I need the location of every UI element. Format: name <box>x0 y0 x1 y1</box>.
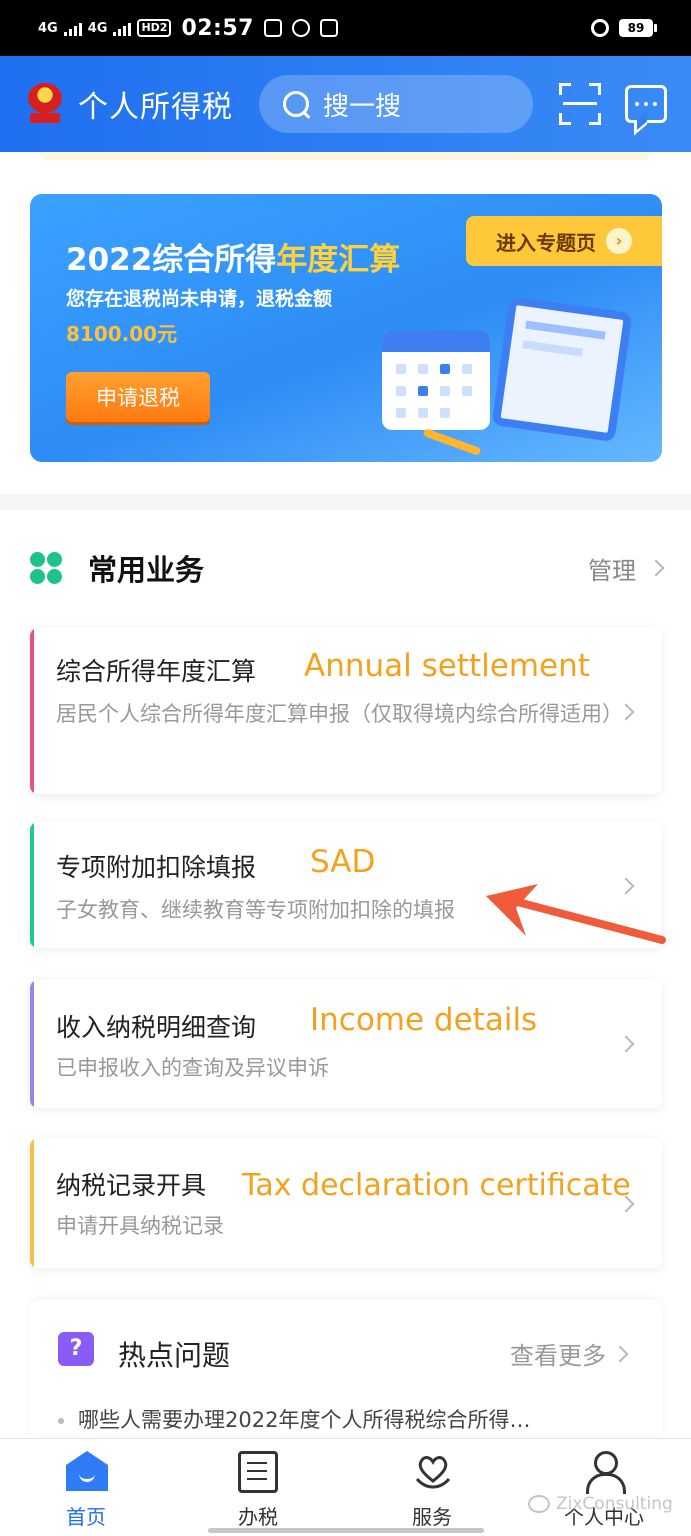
question-icon: ? <box>58 1332 94 1366</box>
apps-grid-icon <box>30 552 62 584</box>
chevron-right-icon <box>617 1035 635 1053</box>
app-notification-icon <box>291 19 310 37</box>
hot-topic-text: 哪些人需要办理2022年度个人所得税综合所得… <box>78 1408 531 1432</box>
signal-icon <box>63 20 82 36</box>
pen-icon <box>422 427 482 457</box>
status-bar: 4G 4G HD2 02:57 89 <box>0 0 691 56</box>
calendar-icon <box>382 330 490 430</box>
annual-settlement-banner[interactable]: 2022综合所得年度汇算 您存在退税尚未申请，退税金额 8100.00元 申请退… <box>30 194 662 462</box>
search-icon <box>281 89 311 119</box>
tab-label: 服务 <box>412 1505 452 1529</box>
card-description: 子女教育、继续教育等专项附加扣除的填报 <box>56 898 455 922</box>
chevron-right-icon <box>647 559 665 577</box>
person-icon <box>584 1451 626 1494</box>
hot-topics-panel: ? 热点问题 查看更多 哪些人需要办理2022年度个人所得税综合所得… <box>30 1300 662 1436</box>
network-label-1: 4G <box>38 20 58 36</box>
refund-amount: 8100.00元 <box>66 322 178 346</box>
card-description: 已申报收入的查询及异议申诉 <box>56 1056 329 1080</box>
battery-indicator: 89 <box>619 19 657 37</box>
card-accent-bar <box>30 980 34 1108</box>
enter-topic-link[interactable]: 进入专题页 › <box>466 216 662 266</box>
banner-title-highlight: 年度汇算 <box>276 242 401 278</box>
tab-label: 办税 <box>238 1505 278 1529</box>
document-icon <box>491 296 633 442</box>
network-label-2: 4G <box>87 20 108 36</box>
bottom-tab-bar: 首页 办税 服务 个人中心 <box>0 1438 691 1536</box>
app-title: 个人所得税 <box>78 90 233 125</box>
status-left: 4G 4G HD2 02:57 <box>38 16 338 41</box>
service-card-tax-record[interactable]: 纳税记录开具 Tax declaration certificate 申请开具纳… <box>30 1138 662 1268</box>
card-description: 居民个人综合所得年度汇算申报（仅取得境内综合所得适用） <box>56 702 623 726</box>
wechat-icon <box>528 1495 550 1513</box>
common-services-header: 常用业务 管理 <box>30 548 665 588</box>
card-accent-bar <box>30 628 34 794</box>
scan-icon[interactable] <box>559 83 601 125</box>
hd-badge: HD2 <box>137 19 172 37</box>
search-bar[interactable]: 搜一搜 <box>259 75 533 133</box>
view-more-button[interactable]: 查看更多 <box>510 1336 629 1371</box>
chevron-right-icon <box>611 1345 629 1362</box>
service-card-annual-settlement[interactable]: 综合所得年度汇算 Annual settlement 居民个人综合所得年度汇算申… <box>30 628 662 794</box>
chevron-right-icon: › <box>606 228 632 254</box>
alarm-icon <box>591 19 609 37</box>
section-divider <box>0 494 691 510</box>
card-english-annotation: Annual settlement <box>304 648 590 684</box>
card-title: 专项附加扣除填报 <box>56 853 257 882</box>
topic-link-label: 进入专题页 <box>496 230 596 255</box>
watermark: ZixConsulting <box>528 1494 673 1514</box>
notification-icon <box>263 19 282 37</box>
clock: 02:57 <box>181 15 254 41</box>
home-indicator[interactable] <box>208 1528 484 1533</box>
service-card-income-details[interactable]: 收入纳税明细查询 Income details 已申报收入的查询及异议申诉 <box>30 980 662 1108</box>
hot-topic-item[interactable]: 哪些人需要办理2022年度个人所得税综合所得… <box>58 1404 530 1434</box>
manage-label: 管理 <box>588 556 636 585</box>
card-english-annotation: Tax declaration certificate <box>242 1168 631 1203</box>
banner-subtitle: 您存在退税尚未申请，退税金额 <box>66 288 333 310</box>
signal-icon-2 <box>113 20 132 36</box>
heart-hands-icon <box>415 1456 451 1489</box>
manage-button[interactable]: 管理 <box>588 551 665 586</box>
calendar-document-illustration <box>382 290 642 460</box>
annotation-arrow-icon <box>486 884 666 944</box>
search-placeholder: 搜一搜 <box>323 91 402 122</box>
banner-title-prefix: 2022综合所得 <box>66 242 277 278</box>
national-emblem-logo <box>24 79 66 129</box>
hot-topics-title: 热点问题 <box>118 1339 231 1372</box>
home-icon <box>66 1451 108 1491</box>
tab-label: 首页 <box>66 1505 106 1529</box>
card-title: 纳税记录开具 <box>56 1171 207 1200</box>
app-header: 个人所得税 搜一搜 <box>0 56 691 152</box>
document-edit-icon <box>238 1451 278 1493</box>
card-accent-bar <box>30 1138 34 1268</box>
mail-icon <box>319 19 338 37</box>
section-title: 常用业务 <box>88 553 205 587</box>
view-more-label: 查看更多 <box>510 1342 606 1370</box>
bullet-icon <box>58 1418 64 1424</box>
card-english-annotation: Income details <box>310 1002 538 1038</box>
message-icon[interactable] <box>625 85 667 123</box>
card-description: 申请开具纳税记录 <box>56 1214 224 1238</box>
card-english-annotation: SAD <box>310 844 376 880</box>
status-right: 89 <box>591 19 657 37</box>
card-accent-bar <box>30 822 34 948</box>
watermark-text: ZixConsulting <box>556 1494 673 1514</box>
card-title: 收入纳税明细查询 <box>56 1013 257 1042</box>
card-title: 综合所得年度汇算 <box>56 657 257 686</box>
apply-refund-button[interactable]: 申请退税 <box>66 372 210 422</box>
notice-strip <box>40 152 652 160</box>
banner-title: 2022综合所得年度汇算 <box>66 234 400 279</box>
